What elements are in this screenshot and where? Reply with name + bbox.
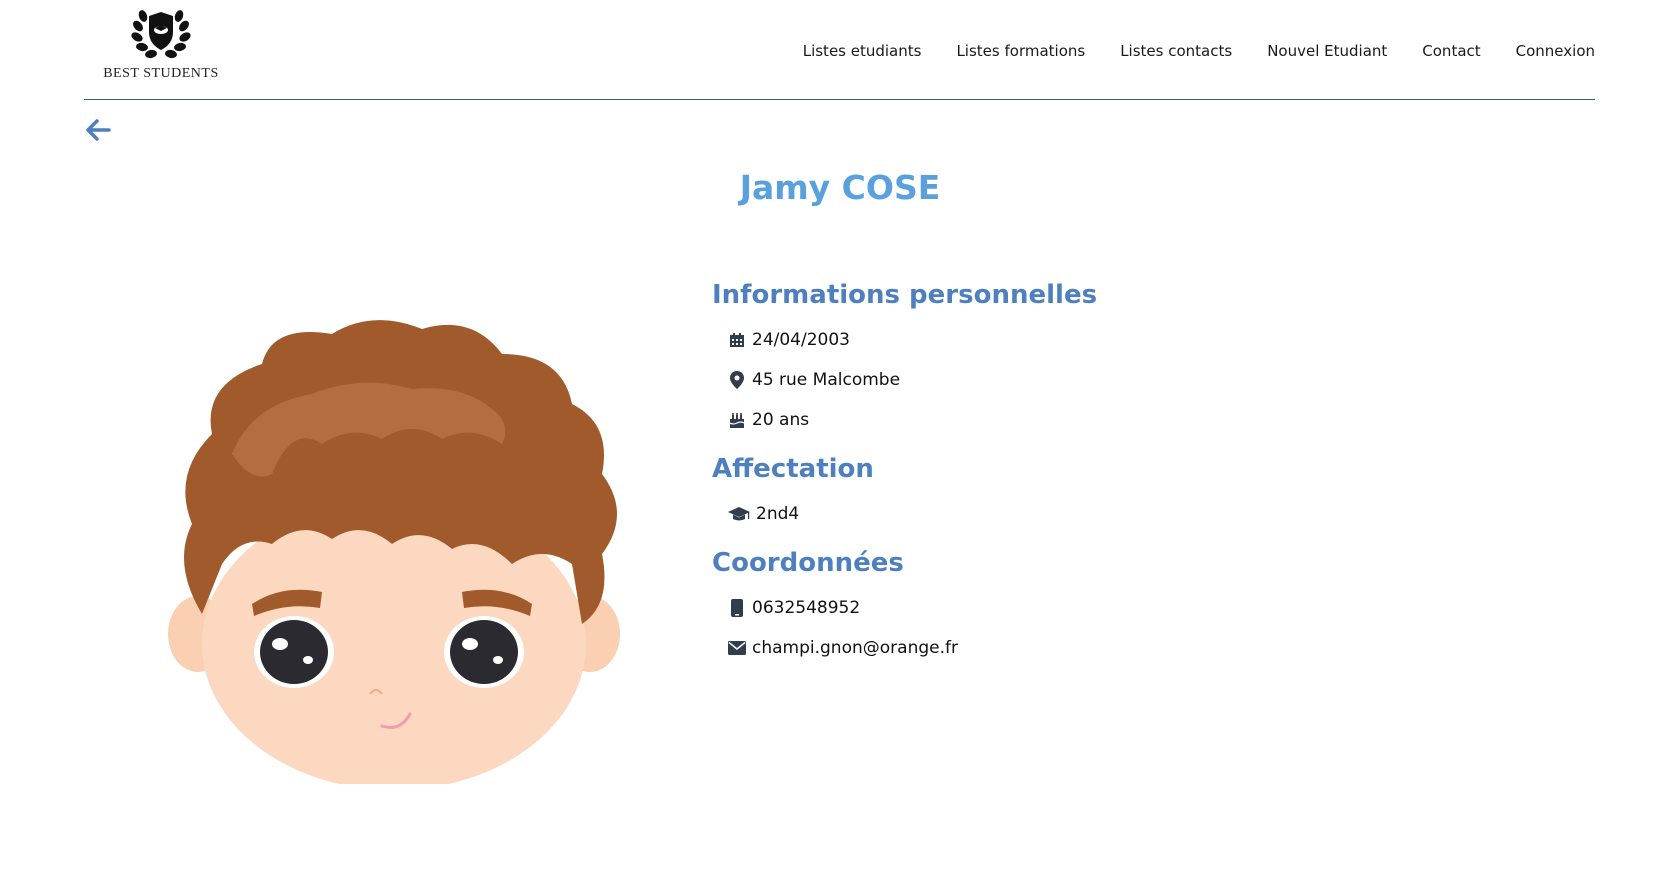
address-value: 45 rue Malcombe	[752, 370, 901, 390]
logo[interactable]: BEST STUDENTS	[96, 8, 226, 88]
birthday-cake-icon	[728, 411, 746, 429]
student-name: Jamy COSE	[739, 168, 941, 207]
nav-listes-contacts[interactable]: Listes contacts	[1120, 42, 1232, 60]
nav-contact[interactable]: Contact	[1422, 42, 1480, 60]
graduation-cap-icon	[728, 505, 750, 523]
section-title-assignment: Affectation	[712, 454, 874, 484]
nav-nouvel-etudiant[interactable]: Nouvel Etudiant	[1267, 42, 1387, 60]
class-value: 2nd4	[756, 504, 800, 524]
birthdate-value: 24/04/2003	[752, 330, 850, 350]
nav-listes-formations[interactable]: Listes formations	[956, 42, 1085, 60]
phone-value[interactable]: 0632548952	[752, 598, 860, 618]
student-info: Informations personnelles 24/04/2003 45 …	[712, 278, 1312, 676]
age-row: 20 ans	[728, 408, 1312, 432]
email-row: champi.gnon@orange.fr	[728, 636, 1312, 660]
back-button[interactable]	[84, 116, 112, 144]
map-marker-icon	[728, 371, 746, 389]
mobile-phone-icon	[728, 599, 746, 617]
nav-listes-etudiants[interactable]: Listes etudiants	[803, 42, 922, 60]
class-row: 2nd4	[728, 502, 1312, 526]
section-title-contact: Coordonnées	[712, 548, 904, 578]
email-value[interactable]: champi.gnon@orange.fr	[752, 638, 958, 658]
birthdate-row: 24/04/2003	[728, 328, 1312, 352]
age-value: 20 ans	[752, 410, 810, 430]
laurel-shield-icon	[131, 10, 191, 59]
section-title-personal: Informations personnelles	[712, 280, 1098, 310]
address-row: 45 rue Malcombe	[728, 368, 1312, 392]
logo-text: BEST STUDENTS	[103, 66, 219, 81]
calendar-icon	[728, 331, 746, 349]
site-header: BEST STUDENTS Listes etudiants Listes fo…	[84, 0, 1595, 100]
arrow-left-icon	[86, 119, 111, 141]
student-avatar	[162, 314, 628, 790]
phone-row: 0632548952	[728, 596, 1312, 620]
envelope-icon	[728, 639, 746, 657]
nav-connexion[interactable]: Connexion	[1516, 42, 1595, 60]
main-nav: Listes etudiants Listes formations Liste…	[803, 42, 1595, 60]
